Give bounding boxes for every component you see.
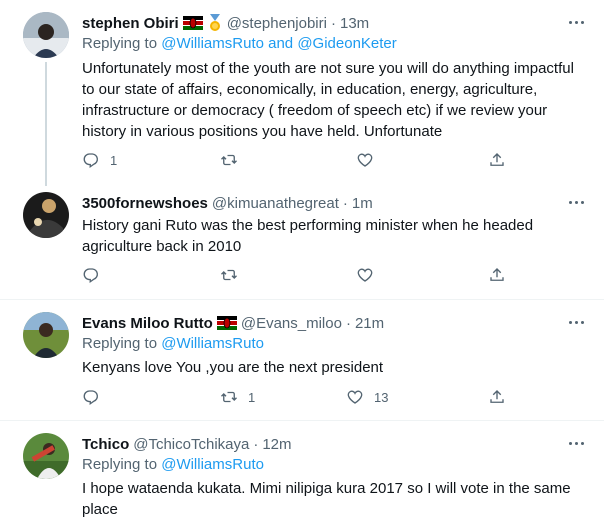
reply-icon: [83, 390, 98, 406]
avatar[interactable]: [23, 312, 69, 358]
retweet-icon: [221, 269, 237, 281]
timestamp[interactable]: 13m: [340, 15, 369, 32]
replying-to: Replying to @WilliamsRuto: [82, 335, 264, 352]
avatar-image: [23, 312, 69, 358]
separator-dot: ·: [253, 435, 259, 453]
kenya-flag-icon: [216, 316, 237, 330]
separator-dot: ·: [345, 314, 351, 332]
timestamp[interactable]: 1m: [352, 195, 373, 212]
more-options-icon[interactable]: [566, 315, 586, 329]
avatar[interactable]: [23, 12, 69, 58]
kenya-flag-icon: [182, 16, 203, 30]
share-button[interactable]: [488, 388, 506, 406]
more-options-icon[interactable]: [566, 195, 586, 209]
share-button[interactable]: [488, 151, 506, 169]
tweet-text: Kenyans love You ,you are the next presi…: [82, 359, 384, 376]
reply-button[interactable]: [82, 388, 110, 406]
tweet-actions: [82, 266, 522, 286]
timestamp[interactable]: 21m: [355, 315, 384, 332]
avatar-image: [23, 12, 69, 58]
share-icon: [490, 268, 504, 281]
replying-prefix: Replying to: [82, 335, 162, 352]
tweet-text: I hope wataenda kukata. Mimi nilipiga ku…: [82, 480, 571, 518]
heart-icon: [347, 390, 363, 404]
handle[interactable]: @stephenjobiri: [227, 15, 327, 32]
reply-button[interactable]: [82, 266, 110, 284]
more-options-icon[interactable]: [566, 436, 586, 450]
reply-icon: [83, 268, 98, 284]
heart-icon: [357, 153, 373, 167]
tweet-divider: [0, 420, 604, 421]
tweet-tchico[interactable]: Tchico @TchicoTchikaya · 12m Replying to…: [0, 433, 604, 530]
like-button[interactable]: 13: [346, 388, 388, 406]
heart-icon: [357, 268, 373, 282]
replying-to-link[interactable]: @WilliamsRuto: [161, 456, 264, 473]
tweet-evans-miloo-rutto[interactable]: Evans Miloo Rutto @Evans_miloo · 21m Rep…: [0, 312, 604, 412]
avatar-image: [23, 192, 69, 238]
retweet-button[interactable]: [220, 151, 248, 169]
tweet-divider: [0, 299, 604, 300]
handle[interactable]: @kimuanathegreat: [212, 195, 339, 212]
like-button[interactable]: [356, 151, 384, 169]
thread-connector: [45, 62, 47, 186]
handle[interactable]: @Evans_miloo: [241, 315, 342, 332]
replying-to-link[interactable]: @WilliamsRuto: [161, 335, 264, 352]
retweet-count: 1: [248, 389, 256, 405]
more-options-icon[interactable]: [566, 15, 586, 29]
retweet-button[interactable]: 1: [220, 388, 255, 406]
display-name[interactable]: Tchico: [82, 436, 129, 453]
avatar-image: [23, 433, 69, 479]
retweet-icon: [221, 154, 237, 166]
replying-to: Replying to @WilliamsRuto and @GideonKet…: [82, 35, 397, 52]
display-name[interactable]: stephen Obiri: [82, 15, 179, 32]
retweet-button[interactable]: [220, 266, 248, 284]
replying-prefix: Replying to: [82, 456, 162, 473]
avatar[interactable]: [23, 433, 69, 479]
tweet-actions: 1 13: [82, 388, 522, 408]
tweet-text: Unfortunately most of the youth are not …: [82, 60, 574, 140]
display-name[interactable]: Evans Miloo Rutto: [82, 315, 213, 332]
like-count: 13: [374, 389, 389, 405]
handle[interactable]: @TchicoTchikaya: [133, 436, 249, 453]
medal-icon: [209, 14, 220, 31]
tweet-text: History gani Ruto was the best performin…: [82, 217, 534, 255]
replying-prefix: Replying to: [82, 35, 162, 52]
share-icon: [490, 390, 504, 403]
share-button[interactable]: [488, 266, 506, 284]
display-name[interactable]: 3500fornewshoes: [82, 195, 208, 212]
share-icon: [490, 153, 504, 166]
reply-count: 1: [110, 152, 118, 168]
avatar[interactable]: [23, 192, 69, 238]
replying-to: Replying to @WilliamsRuto: [82, 456, 264, 473]
retweet-icon: [221, 391, 237, 403]
like-button[interactable]: [356, 266, 384, 284]
separator-dot: ·: [330, 14, 336, 32]
reply-button[interactable]: 1: [82, 151, 117, 169]
tweet-actions: 1: [82, 151, 522, 171]
tweet-3500fornewshoes[interactable]: 3500fornewshoes @kimuanathegreat · 1m Hi…: [0, 192, 604, 292]
separator-dot: ·: [342, 194, 348, 212]
timestamp[interactable]: 12m: [262, 436, 291, 453]
tweet-stephen-obiri[interactable]: stephen Obiri @stephenjobiri · 13m Reply…: [0, 12, 604, 182]
replying-to-link[interactable]: @WilliamsRuto and @GideonKeter: [161, 35, 397, 52]
reply-icon: [83, 153, 98, 169]
